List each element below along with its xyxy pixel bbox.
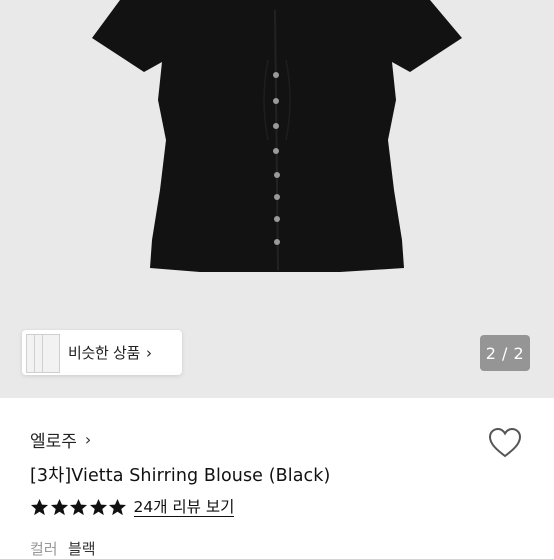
star-filled-icon — [69, 498, 88, 516]
color-option-row: 컬러 블랙 — [30, 538, 96, 559]
similar-thumbnails — [22, 330, 60, 375]
product-title: [3차]Vietta Shirring Blouse (Black) — [30, 466, 331, 486]
heart-outline-icon[interactable] — [487, 425, 523, 461]
chevron-right-icon: › — [84, 430, 92, 449]
rating-row: 24개 리뷰 보기 — [30, 498, 235, 517]
color-label: 컬러 — [30, 540, 58, 558]
image-counter: 2 / 2 — [480, 335, 530, 371]
star-filled-icon — [50, 498, 68, 516]
similar-products-label: 비슷한 상품 — [68, 344, 140, 362]
reviews-link[interactable]: 24개 리뷰 보기 — [133, 498, 235, 517]
chevron-right-icon: › — [145, 343, 152, 362]
similar-thumbnail — [42, 334, 60, 373]
color-value: 블랙 — [68, 540, 96, 558]
brand-name: 엘로주 — [30, 432, 77, 452]
star-filled-icon — [108, 498, 127, 516]
star-filled-icon — [89, 498, 107, 516]
brand-link[interactable]: 엘로주 › — [30, 427, 91, 452]
star-filled-icon — [30, 498, 49, 516]
similar-products-button[interactable]: 비슷한 상품 › — [22, 330, 182, 375]
product-image[interactable]: 비슷한 상품 › 2 / 2 — [0, 0, 554, 398]
star-rating — [30, 498, 128, 517]
